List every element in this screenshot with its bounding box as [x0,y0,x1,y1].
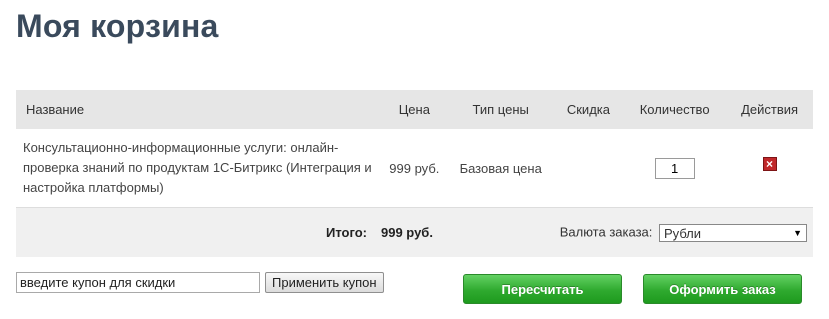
total-label: Итого: [16,207,381,257]
dropdown-arrow-icon: ▼ [793,227,802,238]
page-title: Моя корзина [16,8,219,44]
item-price: 999 руб. [381,129,448,208]
table-header-row: Название Цена Тип цены Скидка Количество… [16,90,813,129]
column-header-actions: Действия [726,90,813,129]
item-price-type: Базовая цена [447,129,554,208]
column-header-price: Цена [381,90,448,129]
currency-selected-value: Рубли [664,225,702,241]
item-quantity-cell [623,129,727,208]
cart-table: Название Цена Тип цены Скидка Количество… [16,90,813,257]
currency-select[interactable]: Рубли ▼ [659,223,807,242]
column-header-quantity: Количество [623,90,727,129]
column-header-name: Название [16,90,381,129]
checkout-button[interactable]: Оформить заказ [643,274,802,304]
item-discount [553,129,624,208]
delete-item-icon[interactable]: × [762,156,777,171]
coupon-input[interactable] [16,272,260,293]
recalculate-button[interactable]: Пересчитать [463,274,622,304]
currency-area: Валюта заказа: Рубли ▼ [447,207,813,257]
item-actions-cell: × [726,129,813,208]
table-row: Консультационно-информационные услуги: о… [16,129,813,208]
currency-label: Валюта заказа: [559,223,653,239]
total-row: Итого: 999 руб. Валюта заказа: Рубли ▼ [16,207,813,257]
column-header-price-type: Тип цены [447,90,554,129]
column-header-discount: Скидка [553,90,624,129]
total-value: 999 руб. [381,207,448,257]
apply-coupon-button[interactable]: Применить купон [265,272,384,293]
item-name: Консультационно-информационные услуги: о… [16,129,381,208]
quantity-input[interactable] [654,157,695,179]
